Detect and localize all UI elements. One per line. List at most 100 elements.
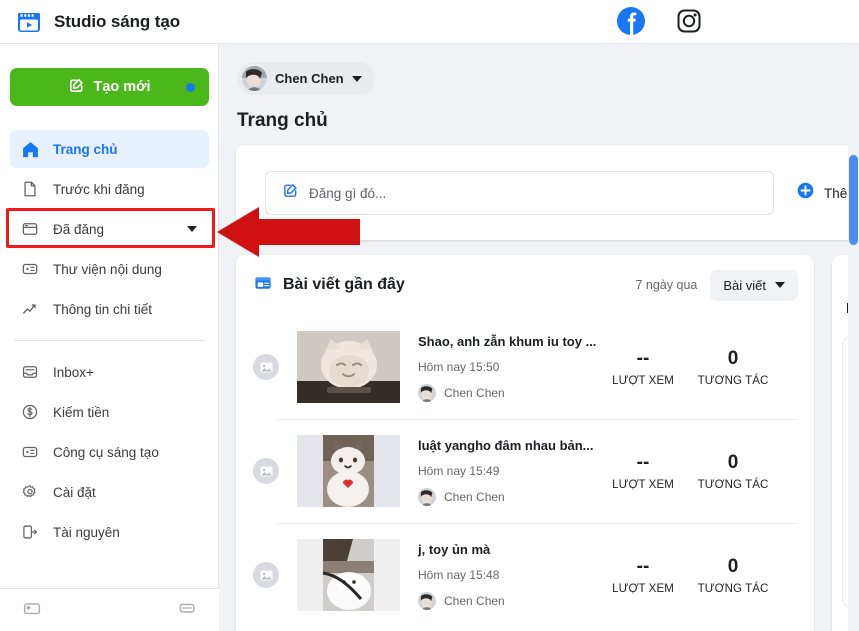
views-caption: LƯỢT XEM — [612, 478, 674, 491]
table-row[interactable]: luật yangho đâm nhau bản... Hôm nay 15:4… — [236, 419, 814, 523]
recent-posts-title: Bài viết gần đây — [283, 276, 405, 293]
dollar-circle-icon — [20, 402, 40, 422]
page-scrollbar[interactable] — [848, 44, 859, 631]
post-type-filter[interactable]: Bài viết — [710, 269, 798, 301]
platform-switcher — [615, 5, 705, 37]
post-author: Chen Chen — [418, 591, 598, 610]
plus-circle-icon — [796, 181, 815, 205]
post-time: Hôm nay 15:49 — [418, 463, 500, 478]
inbox-icon — [20, 362, 40, 382]
post-composer-input[interactable]: Đăng gì đó... — [265, 171, 774, 215]
interactions-value: 0 — [727, 555, 739, 577]
top-bar: Studio sáng tạo — [0, 0, 859, 44]
page-title: Trang chủ — [237, 110, 328, 131]
recent-posts-controls: 7 ngày qua Bài viết — [635, 269, 798, 301]
interactions-value: 0 — [727, 451, 739, 473]
brand-title: Studio sáng tạo — [54, 11, 181, 31]
sidebar: Tạo mới Trang chủ Trước khi đăng Đã đăng… — [0, 44, 219, 631]
sidebar-item-insights[interactable]: Thông tin chi tiết — [10, 290, 209, 328]
sidebar-item-creative-tools-label: Công cụ sáng tạo — [53, 444, 159, 460]
post-time: Hôm nay 15:50 — [418, 359, 500, 374]
add-story-button[interactable]: Thêm ti — [774, 171, 859, 215]
interactions-caption: TƯƠNG TÁC — [697, 478, 769, 491]
views-caption: LƯỢT XEM — [612, 582, 674, 595]
photo-icon — [253, 562, 279, 588]
sidebar-item-inbox-label: Inbox+ — [53, 364, 94, 380]
post-author: Chen Chen — [418, 487, 598, 506]
sidebar-item-monetization[interactable]: Kiếm tiền — [10, 393, 209, 431]
post-title: luật yangho đâm nhau bản... — [418, 437, 594, 453]
sidebar-item-monetization-label: Kiếm tiền — [53, 404, 110, 420]
posts-window-icon — [253, 273, 273, 298]
brand[interactable]: Studio sáng tạo — [0, 9, 180, 35]
post-meta: j, toy ủn mà Hôm nay 15:48 Chen Chen — [418, 541, 598, 610]
sidebar-item-published[interactable]: Đã đăng — [10, 210, 209, 248]
sidebar-item-settings-label: Cài đặt — [53, 484, 96, 500]
views-stat: -- LƯỢT XEM — [598, 348, 688, 387]
post-author-name: Chen Chen — [444, 489, 505, 504]
views-value: -- — [636, 347, 650, 369]
post-author-name: Chen Chen — [444, 385, 505, 400]
sidebar-item-resources[interactable]: Tài nguyên — [10, 513, 209, 551]
post-author: Chen Chen — [418, 383, 598, 402]
composer-card: Đăng gì đó... Thêm ti — [236, 145, 859, 240]
sidebar-item-resources-label: Tài nguyên — [53, 524, 120, 540]
sidebar-item-inbox[interactable]: Inbox+ — [10, 353, 209, 391]
sidebar-divider — [14, 340, 205, 341]
table-row[interactable]: j, toy ủn mà Hôm nay 15:48 Chen Chen -- … — [236, 523, 814, 627]
sidebar-item-creative-tools[interactable]: Công cụ sáng tạo — [10, 433, 209, 471]
sidebar-item-settings[interactable]: Cài đặt — [10, 473, 209, 511]
chevron-down-icon[interactable] — [351, 75, 362, 82]
page-selector-chip[interactable]: Chen Chen — [237, 62, 375, 95]
interactions-stat: 0 TƯƠNG TÁC — [688, 348, 778, 387]
avatar — [418, 487, 436, 506]
video-clapper-icon — [16, 9, 42, 35]
sidebar-item-home[interactable]: Trang chủ — [10, 130, 209, 168]
views-value: -- — [636, 451, 650, 473]
creator-studio-app: Studio sáng tạo Tạo mới Trang chủ Trước … — [0, 0, 859, 631]
post-title: Shao, anh zẫn khum iu toy ... — [418, 333, 597, 349]
recent-posts-card: Bài viết gần đây 7 ngày qua Bài viết Sha… — [236, 255, 814, 631]
tag-icon[interactable] — [177, 598, 197, 623]
chevron-down-icon[interactable] — [187, 226, 197, 232]
table-row[interactable]: Shao, anh zẫn khum iu toy ... Hôm nay 15… — [236, 315, 814, 419]
post-thumbnail — [297, 331, 400, 403]
main-content: Chen Chen Trang chủ Đăng gì đó... Thêm B… — [219, 44, 859, 631]
interactions-stat: 0 TƯƠNG TÁC — [688, 452, 778, 491]
sidebar-item-home-label: Trang chủ — [53, 141, 118, 157]
scrollbar-thumb[interactable] — [849, 155, 858, 245]
card-icon[interactable] — [22, 598, 42, 623]
views-value: -- — [636, 555, 650, 577]
post-meta: luật yangho đâm nhau bản... Hôm nay 15:4… — [418, 437, 598, 506]
create-new-button[interactable]: Tạo mới — [10, 68, 209, 106]
facebook-icon[interactable] — [615, 5, 647, 37]
draft-page-icon — [20, 179, 40, 199]
composer-placeholder: Đăng gì đó... — [309, 185, 387, 201]
sidebar-item-prepost-label: Trước khi đăng — [53, 181, 145, 197]
interactions-caption: TƯƠNG TÁC — [697, 582, 769, 595]
date-range-label: 7 ngày qua — [635, 278, 698, 292]
post-thumbnail — [297, 539, 400, 611]
insights-chart-icon — [20, 299, 40, 319]
chevron-down-icon — [775, 282, 785, 288]
post-author-name: Chen Chen — [444, 593, 505, 608]
composer-row: Đăng gì đó... Thêm ti — [265, 171, 859, 215]
post-type-filter-label: Bài viết — [723, 277, 766, 293]
create-new-badge-dot — [186, 82, 195, 92]
home-icon — [20, 139, 40, 159]
sidebar-item-content-library[interactable]: Thư viện nội dung — [10, 250, 209, 288]
views-caption: LƯỢT XEM — [612, 374, 674, 387]
published-window-icon — [20, 219, 40, 239]
compose-icon — [68, 77, 85, 98]
photo-icon — [253, 354, 279, 380]
resources-exit-icon — [20, 522, 40, 542]
avatar — [242, 66, 267, 91]
sidebar-footer — [0, 588, 219, 631]
sidebar-item-prepost[interactable]: Trước khi đăng — [10, 170, 209, 208]
creative-tools-icon — [20, 442, 40, 462]
sidebar-item-published-label: Đã đăng — [53, 221, 105, 237]
sidebar-item-content-library-label: Thư viện nội dung — [53, 261, 162, 277]
instagram-icon[interactable] — [673, 5, 705, 37]
avatar — [418, 591, 436, 610]
photo-icon — [253, 458, 279, 484]
